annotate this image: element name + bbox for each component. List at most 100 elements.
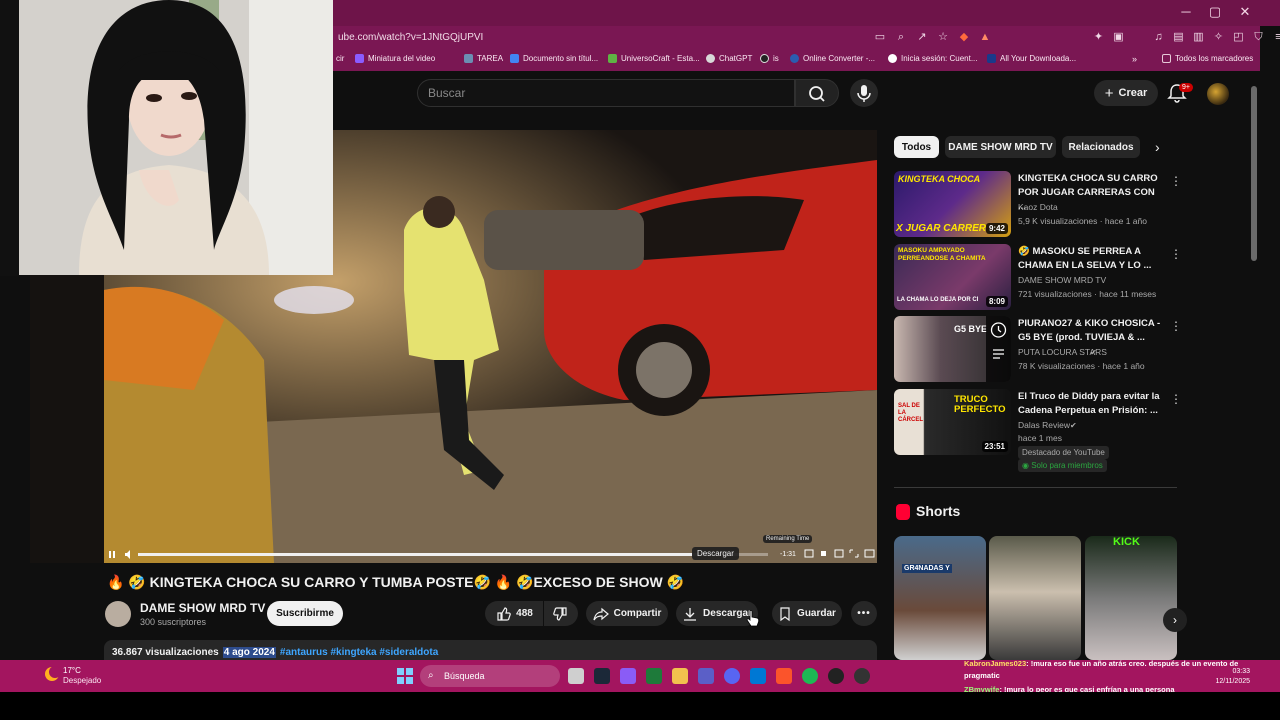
leo-icon[interactable]: ✧ [1212, 31, 1225, 44]
video-thumbnail[interactable]: SAL DE LA CÁRCEL TRUCO PERFECTO 23:51 [894, 389, 1011, 455]
extension-icon[interactable]: ▣ [1112, 31, 1125, 44]
shorts-next-chevron-icon[interactable]: › [1163, 608, 1187, 632]
voice-search-button[interactable] [850, 79, 878, 107]
video-frame-left [30, 275, 104, 563]
bookmark-item[interactable]: TAREA [464, 54, 503, 63]
minimize-button[interactable]: ─ [1175, 4, 1197, 19]
discord-icon[interactable] [724, 668, 740, 684]
video-thumbnail[interactable]: G5 BYE [894, 316, 1011, 382]
teams-icon[interactable] [698, 668, 714, 684]
more-actions-button[interactable]: ••• [851, 601, 877, 626]
address-bar-icons: ▭ ⌕ ↗ ☆ ◆ ▲ [874, 31, 991, 43]
video-thumbnail[interactable]: MASOKU AMPAYADO PERREANDOSE A CHAMITA LA… [894, 244, 1011, 310]
streamer-camera [19, 0, 333, 275]
wallet-icon[interactable]: ◰ [1232, 31, 1245, 44]
url-text[interactable]: ube.com/watch?v=1JNtGQjUPVI [338, 32, 483, 43]
rec-channel[interactable]: Dalas Review [1018, 420, 1070, 430]
search-button[interactable] [795, 79, 839, 107]
bookmark-item[interactable]: All Your Downloada... [987, 54, 1076, 63]
menu-icon[interactable]: ≡ [1272, 31, 1280, 44]
short-thumbnail[interactable]: GR4NADAS Y [894, 536, 986, 660]
bookmark-item[interactable]: is [760, 54, 779, 63]
more-vertical-icon[interactable]: ⋮ [1170, 319, 1182, 333]
recommended-video[interactable]: MASOKU AMPAYADO PERREANDOSE A CHAMITA LA… [894, 244, 1194, 310]
recommended-video[interactable]: G5 BYE PIURANO27 & KIKO CHOSICA - G5 BYE… [894, 316, 1194, 382]
excel-icon[interactable] [646, 668, 662, 684]
spotify-icon[interactable] [802, 668, 818, 684]
all-bookmarks-folder[interactable]: Todos los marcadores [1162, 54, 1253, 63]
tabs-icon[interactable]: ▥ [1192, 31, 1205, 44]
app-icon[interactable] [620, 668, 636, 684]
windows-start-icon[interactable] [397, 668, 413, 684]
zoom-icon[interactable]: ⌕ [895, 31, 907, 43]
shorts-logo-icon [896, 504, 910, 520]
share-icon[interactable]: ↗ [916, 31, 928, 43]
bookmark-item[interactable]: Inicia sesión: Cuent... [888, 54, 977, 63]
like-button[interactable]: 488 [485, 601, 543, 626]
vpn-shield-icon[interactable]: ⛉ [1252, 31, 1265, 44]
rec-meta: 78 K visualizaciones · hace 1 año [1018, 361, 1145, 371]
clock-time: 03:33 [1232, 668, 1250, 675]
pause-icon[interactable] [106, 550, 136, 560]
save-button[interactable]: Guardar [772, 601, 842, 626]
channel-avatar[interactable] [105, 601, 131, 627]
channel-name[interactable]: DAME SHOW MRD TV [140, 601, 265, 615]
account-avatar[interactable] [1207, 83, 1229, 105]
more-vertical-icon[interactable]: ⋮ [1170, 174, 1182, 188]
verified-check-icon: ✔ [1070, 421, 1077, 430]
short-thumbnail[interactable] [989, 536, 1081, 660]
recommended-video[interactable]: SAL DE LA CÁRCEL TRUCO PERFECTO 23:51 El… [894, 389, 1194, 475]
task-view-icon[interactable] [568, 668, 584, 684]
bookmark-item[interactable]: cir [336, 54, 344, 63]
bookmark-item[interactable]: ChatGPT [706, 54, 752, 63]
more-vertical-icon[interactable]: ⋮ [1170, 247, 1182, 261]
bookmark-star-icon[interactable]: ☆ [937, 31, 949, 43]
bookmark-item[interactable]: Documento sin títul... [510, 54, 598, 63]
file-explorer-icon[interactable] [672, 668, 688, 684]
outlook-icon[interactable] [750, 668, 766, 684]
search-input[interactable] [417, 79, 795, 107]
chips-next-chevron-icon[interactable]: › [1155, 139, 1160, 155]
notification-count-badge: 9+ [1179, 83, 1193, 92]
close-button[interactable]: ✕ [1234, 4, 1256, 20]
recommended-video[interactable]: KINGTEKA CHOCA X JUGAR CARRER 9:42 KINGT… [894, 171, 1194, 237]
rec-channel[interactable]: Kaoz Dota [1018, 202, 1058, 212]
chip-related[interactable]: Relacionados [1062, 136, 1140, 158]
hashtags-link[interactable]: #antaurus #kingteka #sideraldota [280, 647, 438, 658]
share-button[interactable]: Compartir [586, 601, 668, 626]
short-caption: GR4NADAS Y [902, 564, 952, 573]
chip-todos[interactable]: Todos [894, 136, 939, 158]
rec-title[interactable]: 🤣 MASOKU SE PERREA A CHAMA EN LA SELVA Y… [1018, 245, 1164, 273]
dislike-button[interactable] [544, 601, 578, 626]
weather-temperature[interactable]: 17°C [63, 666, 81, 675]
rec-title[interactable]: El Truco de Diddy para evitar la Cadena … [1018, 390, 1164, 418]
rec-title[interactable]: PIURANO27 & KIKO CHOSICA - G5 BYE (prod.… [1018, 317, 1164, 345]
screen-bottom-border [0, 692, 1280, 720]
system-clock[interactable]: 03:33 12/11/2025 [1205, 667, 1250, 687]
steam-icon[interactable] [594, 668, 610, 684]
maximize-button[interactable]: ▢ [1204, 4, 1226, 20]
taskbar-search[interactable]: Búsqueda [420, 665, 560, 687]
rewards-icon[interactable]: ▲ [979, 31, 991, 43]
obs-icon[interactable] [854, 668, 870, 684]
video-thumbnail[interactable]: KINGTEKA CHOCA X JUGAR CARRER 9:42 [894, 171, 1011, 237]
chip-channel[interactable]: DAME SHOW MRD TV [945, 136, 1056, 158]
rec-channel[interactable]: DAME SHOW MRD TV [1018, 275, 1106, 285]
more-vertical-icon[interactable]: ⋮ [1170, 392, 1182, 406]
bookmark-item[interactable]: Online Converter -... [790, 54, 875, 63]
more-bookmarks-icon[interactable]: » [1132, 54, 1137, 64]
music-icon[interactable]: ♫ [1152, 31, 1165, 44]
subscribe-button[interactable]: Suscribirme [267, 601, 343, 626]
brave-browser-icon[interactable] [776, 668, 792, 684]
sidebar-icon[interactable]: ▤ [1172, 31, 1185, 44]
create-button[interactable]: + Crear [1094, 80, 1158, 106]
short-thumbnail[interactable]: KICK [1085, 536, 1177, 660]
bookmark-item[interactable]: UniversoCraft - Esta... [608, 54, 700, 63]
page-scrollbar-thumb[interactable] [1251, 86, 1257, 261]
page-scrollbar-track[interactable] [1260, 71, 1280, 660]
install-icon[interactable]: ▭ [874, 31, 886, 43]
brave-shield-icon[interactable]: ◆ [958, 31, 970, 43]
bookmark-item[interactable]: Miniatura del video [355, 54, 435, 63]
media-app-icon[interactable] [828, 668, 844, 684]
extension-puzzle-icon[interactable]: ✦ [1092, 31, 1105, 44]
